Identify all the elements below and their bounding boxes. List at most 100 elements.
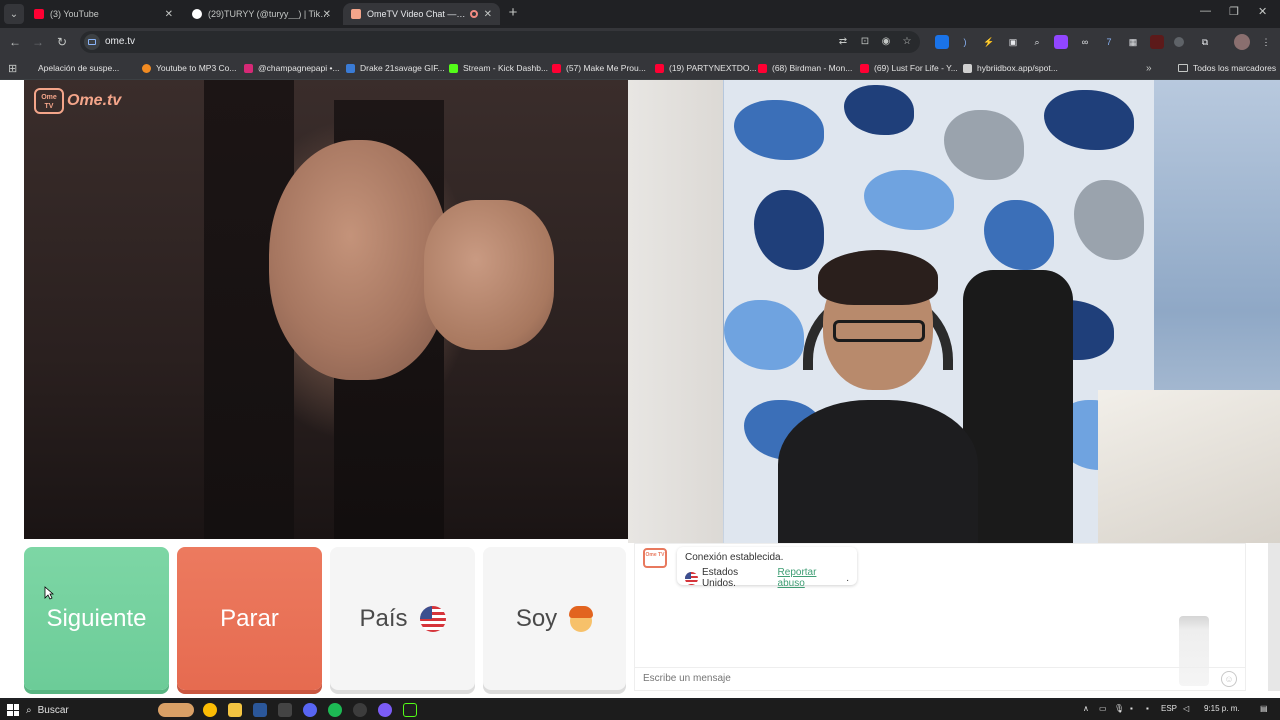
message-input[interactable] xyxy=(643,670,1183,686)
instagram-icon xyxy=(244,63,253,73)
restore-icon[interactable]: ❐ xyxy=(1229,5,1239,18)
eye-icon[interactable]: ◉ xyxy=(879,35,893,49)
extension-record-icon[interactable] xyxy=(1150,35,1164,49)
country-button-label: País xyxy=(359,604,408,632)
close-tab-icon[interactable]: ✕ xyxy=(165,9,173,20)
folder-icon xyxy=(1178,64,1188,72)
menu-kebab-icon[interactable]: ⋮ xyxy=(1259,35,1273,49)
twitch-icon[interactable] xyxy=(1054,35,1068,49)
tab-youtube[interactable]: (3) YouTube ✕ xyxy=(26,3,181,25)
volume-icon[interactable]: ◁ xyxy=(1183,704,1189,713)
clock[interactable]: 9:15 p. m. xyxy=(1204,704,1240,713)
gaming-chair xyxy=(963,270,1073,543)
emoji-icon[interactable]: ☺ xyxy=(1221,671,1237,687)
kick-icon xyxy=(449,63,458,73)
chrome-icon[interactable] xyxy=(203,703,217,717)
bookmark-item[interactable]: Apelación de suspe... xyxy=(38,61,119,75)
spotify-icon[interactable] xyxy=(328,703,342,717)
address-bar[interactable]: ome.tv ⇄ ⊡ ◉ ☆ xyxy=(80,31,920,53)
bookmark-label: (69) Lust For Life - Y... xyxy=(874,63,958,73)
all-bookmarks-folder[interactable]: Todos los marcadores xyxy=(1178,61,1276,75)
bookmarks-bar: ⊞ Apelación de suspe... Youtube to MP3 C… xyxy=(0,56,1280,80)
tab-label: OmeTV Video Chat — Ome xyxy=(367,9,467,19)
bookmark-item[interactable]: Stream - Kick Dashb... xyxy=(449,61,548,75)
site-info-icon[interactable] xyxy=(84,34,100,50)
language-indicator[interactable]: ESP xyxy=(1161,704,1177,713)
store-icon[interactable] xyxy=(253,703,267,717)
bookmark-item[interactable]: hybriidbox.app/spot... xyxy=(963,61,1058,75)
stop-button[interactable]: Parar xyxy=(177,547,322,690)
microphone-icon[interactable]: 🎙 xyxy=(1114,704,1124,713)
tray-app-icon[interactable]: ▪ xyxy=(1130,704,1133,713)
extension-wave-icon[interactable]: ) xyxy=(958,35,972,49)
tab-strip: ⌄ (3) YouTube ✕ (29)TURYY (@turyy__) | T… xyxy=(0,0,1280,28)
app-purple-icon[interactable] xyxy=(378,703,392,717)
close-tab-icon[interactable]: ✕ xyxy=(323,9,331,20)
tab-tiktok[interactable]: (29)TURYY (@turyy__) | TikTok ✕ xyxy=(184,3,339,25)
gender-button[interactable]: Soy xyxy=(483,547,626,690)
page-scrollbar[interactable] xyxy=(1268,543,1280,691)
bookmark-label: (19) PARTYNEXTDO... xyxy=(669,63,757,73)
next-button[interactable]: Siguiente xyxy=(24,547,169,690)
minimize-icon[interactable]: — xyxy=(1200,5,1211,17)
bookmark-item[interactable]: (57) Make Me Prou... xyxy=(552,61,646,75)
extension-box-icon[interactable]: ▣ xyxy=(1006,35,1020,49)
bookmark-item[interactable]: @champagnepapi •... xyxy=(244,61,340,75)
extension-blue-icon[interactable] xyxy=(935,35,949,49)
app-icon[interactable] xyxy=(278,703,292,717)
report-suffix: . xyxy=(846,572,849,584)
news-widget-icon[interactable] xyxy=(158,703,194,717)
tray-battery-icon[interactable]: ▭ xyxy=(1099,704,1107,713)
country-button[interactable]: País xyxy=(330,547,475,690)
close-tab-icon[interactable]: ✕ xyxy=(484,9,492,20)
close-window-icon[interactable]: ✕ xyxy=(1258,5,1267,18)
tab-ometv[interactable]: OmeTV Video Chat — Ome ✕ xyxy=(343,3,500,25)
windows-start-icon[interactable] xyxy=(7,704,19,716)
profile-avatar[interactable] xyxy=(1234,34,1250,50)
bookmark-item[interactable]: (19) PARTYNEXTDO... xyxy=(655,61,757,75)
file-explorer-icon[interactable] xyxy=(228,703,242,717)
bookmark-item[interactable]: Drake 21savage GIF... xyxy=(346,61,445,75)
chat-sticker xyxy=(1179,616,1209,686)
tab-search-icon[interactable]: ⌄ xyxy=(4,4,24,24)
discord-icon[interactable] xyxy=(303,703,317,717)
bookmark-item[interactable]: (68) Birdman - Mon... xyxy=(758,61,852,75)
bookmark-star-icon[interactable]: ☆ xyxy=(900,35,914,49)
bookmark-label: (57) Make Me Prou... xyxy=(566,63,646,73)
all-bookmarks-label: Todos los marcadores xyxy=(1193,63,1277,73)
extension-vo-icon[interactable]: ∞ xyxy=(1078,35,1092,49)
extension-7tv-icon[interactable]: 7 xyxy=(1102,35,1116,49)
youtube-icon xyxy=(860,63,869,73)
next-button-label: Siguiente xyxy=(46,604,147,632)
apps-grid-icon[interactable]: ⊞ xyxy=(8,61,17,75)
tray-chevron-icon[interactable]: ∧ xyxy=(1083,704,1089,713)
youtube-icon xyxy=(34,9,44,19)
bookmark-item[interactable]: Youtube to MP3 Co... xyxy=(142,61,237,75)
bookmark-label: (68) Birdman - Mon... xyxy=(772,63,853,73)
extension-circle-icon[interactable] xyxy=(1174,37,1184,47)
notifications-icon[interactable]: ▤ xyxy=(1260,704,1268,713)
back-icon[interactable]: ← xyxy=(6,33,24,51)
recording-icon xyxy=(470,10,478,18)
extension-search-icon[interactable]: ⌕ xyxy=(1030,35,1044,49)
extension-bolt-icon[interactable]: ⚡ xyxy=(982,35,996,49)
tiktok-icon xyxy=(192,9,202,19)
reload-icon[interactable]: ↻ xyxy=(53,33,71,51)
ometv-logo[interactable]: Ome TV Ome.tv xyxy=(34,88,121,114)
extension-grid-icon[interactable]: ▦ xyxy=(1126,35,1140,49)
ometv-logo-text: Ome.tv xyxy=(67,92,122,109)
extensions-puzzle-icon[interactable]: ⧉ xyxy=(1198,35,1212,49)
report-abuse-link[interactable]: Reportar abuso xyxy=(778,567,847,589)
us-flag-icon xyxy=(685,571,698,585)
bookmark-item[interactable]: (69) Lust For Life - Y... xyxy=(860,61,958,75)
forward-icon[interactable]: → xyxy=(29,33,47,51)
obs-icon[interactable] xyxy=(353,703,367,717)
more-bookmarks-icon[interactable]: » xyxy=(1146,61,1152,75)
new-tab-button[interactable]: + xyxy=(505,5,521,21)
ometv-chat-logo: Ome TV xyxy=(643,548,667,568)
glasses xyxy=(833,320,925,342)
install-app-icon[interactable]: ⊡ xyxy=(858,35,872,49)
terminal-icon[interactable] xyxy=(403,703,417,717)
translate-icon[interactable]: ⇄ xyxy=(836,35,850,49)
tray-app-icon[interactable]: ▪ xyxy=(1146,704,1149,713)
